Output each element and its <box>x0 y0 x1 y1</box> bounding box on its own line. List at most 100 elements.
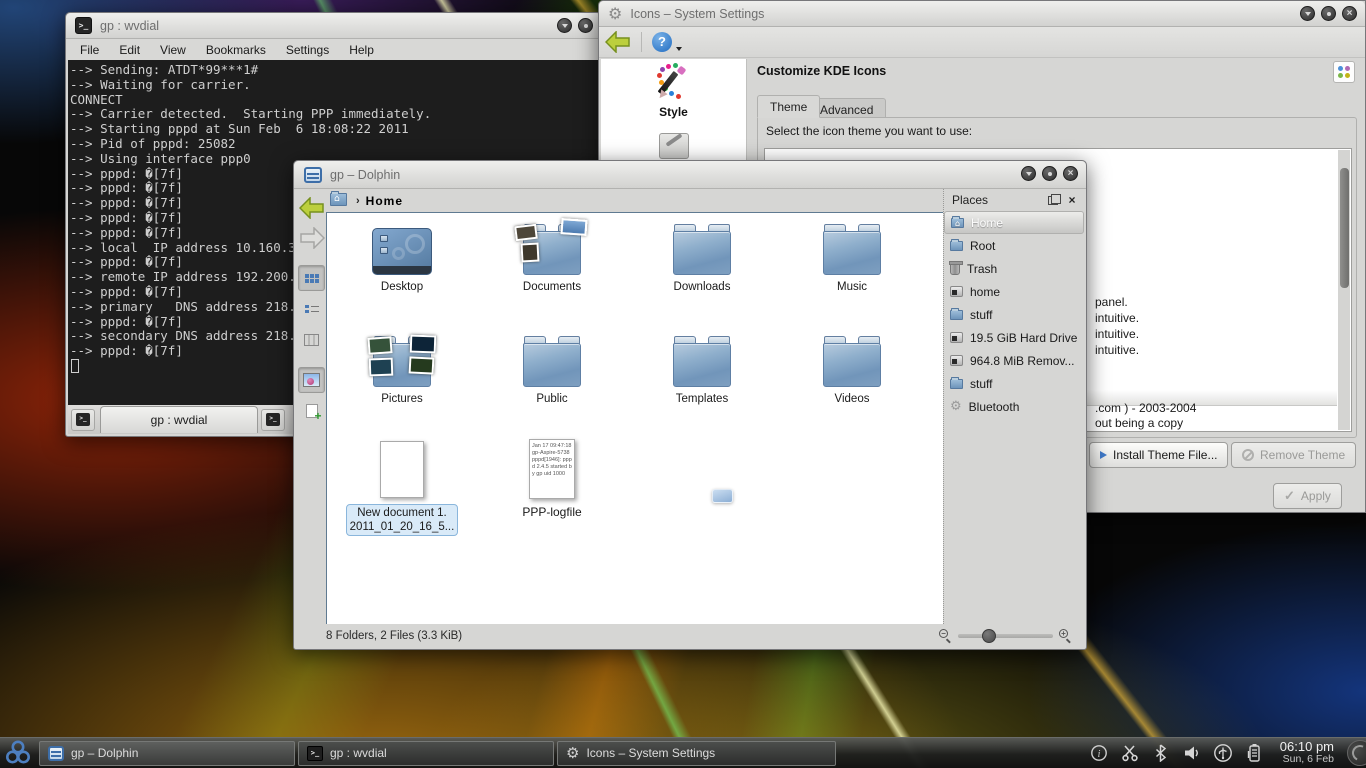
place-item-root[interactable]: Root <box>944 234 1084 257</box>
details-view-button[interactable] <box>298 296 325 322</box>
place-item-hard-drive[interactable]: 19.5 GiB Hard Drive <box>944 326 1084 349</box>
terminal-menubar: File Edit View Bookmarks Settings Help <box>66 39 601 60</box>
menu-settings[interactable]: Settings <box>286 43 329 57</box>
folder-item-pictures[interactable]: Pictures <box>332 335 472 405</box>
drive-icon <box>950 355 963 366</box>
terminal-icon: >_ <box>76 413 90 426</box>
install-theme-button[interactable]: Install Theme File... <box>1089 442 1228 468</box>
system-settings-titlebar[interactable]: ⚙ Icons – System Settings × <box>599 1 1365 27</box>
trash-icon <box>950 263 960 275</box>
folder-item-music[interactable]: Music <box>782 223 922 293</box>
icons-view-button[interactable] <box>298 265 325 291</box>
columns-view-button[interactable] <box>298 327 325 353</box>
dolphin-titlebar[interactable]: gp – Dolphin × <box>294 161 1086 189</box>
klipper-scissors-icon[interactable] <box>1119 743 1141 763</box>
menu-view[interactable]: View <box>160 43 186 57</box>
folder-item-documents[interactable]: Documents <box>482 223 622 293</box>
place-item-home[interactable]: ⌂ Home <box>944 211 1084 234</box>
sidebar-item-style[interactable]: Style <box>601 67 746 119</box>
tab-list-button[interactable]: >_ <box>261 409 285 431</box>
remove-icon <box>1242 449 1254 461</box>
menu-bookmarks[interactable]: Bookmarks <box>206 43 266 57</box>
minimize-button[interactable] <box>557 18 572 33</box>
forward-button[interactable] <box>299 227 325 249</box>
theme-list-item[interactable]: intuitive. <box>1095 343 1139 357</box>
places-header: Places × <box>944 189 1084 211</box>
digital-clock[interactable]: 06:10 pm Sun, 6 Feb <box>1280 740 1334 766</box>
preview-icon <box>303 373 320 387</box>
application-launcher-button[interactable] <box>0 738 36 768</box>
zoom-out-button[interactable]: − <box>939 629 952 642</box>
panel-toolbox-cashew[interactable] <box>1347 740 1366 766</box>
taskbar-task-dolphin[interactable]: gp – Dolphin <box>39 741 295 766</box>
folder-item-desktop[interactable]: Desktop <box>332 223 472 293</box>
minimize-button[interactable] <box>1300 6 1315 21</box>
place-item-removable[interactable]: 964.8 MiB Remov... <box>944 349 1084 372</box>
clock-time: 06:10 pm <box>1280 740 1334 754</box>
scrollbar-thumb[interactable] <box>1340 168 1349 288</box>
details-view-icon <box>305 303 319 316</box>
place-item-bluetooth[interactable]: ⚙Bluetooth <box>944 395 1084 418</box>
sidebar-item-workspace-icon[interactable] <box>659 133 689 159</box>
folder-item-videos[interactable]: Videos <box>782 335 922 405</box>
check-icon: ✓ <box>1284 488 1295 504</box>
detach-panel-icon[interactable] <box>1048 196 1058 205</box>
menu-file[interactable]: File <box>80 43 99 57</box>
menu-help[interactable]: Help <box>349 43 374 57</box>
folder-view[interactable]: Desktop Documents Downloads Music <box>326 212 945 626</box>
place-item-stuff[interactable]: stuff <box>944 303 1084 326</box>
folder-item-templates[interactable]: Templates <box>632 335 772 405</box>
folder-icon <box>673 343 731 387</box>
bluetooth-icon[interactable] <box>1150 743 1172 763</box>
zoom-in-button[interactable]: + <box>1059 629 1072 642</box>
battery-icon[interactable] <box>1243 743 1265 763</box>
file-item-ppp-logfile[interactable]: Jan 17 09:47:18 gp-Aspire-5738 pppd[1946… <box>482 439 622 519</box>
zoom-slider-handle[interactable] <box>982 629 996 643</box>
minimize-button[interactable] <box>1021 166 1036 181</box>
zoom-slider[interactable] <box>958 634 1053 638</box>
breadcrumb-home-label[interactable]: Home <box>366 194 403 208</box>
new-tab-button[interactable]: >_ <box>71 409 95 431</box>
place-item-stuff-2[interactable]: stuff <box>944 372 1084 395</box>
folder-icon <box>823 231 881 275</box>
maximize-button[interactable] <box>578 18 593 33</box>
terminal-tab[interactable]: gp : wvdial <box>100 406 258 433</box>
split-view-button[interactable] <box>298 398 325 424</box>
help-button[interactable]: ? <box>652 32 672 52</box>
cursor-drag-artifact <box>712 489 733 503</box>
back-button[interactable] <box>299 197 325 219</box>
theme-list-item[interactable]: panel. <box>1095 295 1128 309</box>
scrollbar[interactable] <box>1338 150 1350 430</box>
place-item-trash[interactable]: Trash <box>944 257 1084 280</box>
taskbar-task-system-settings[interactable]: ⚙ Icons – System Settings <box>557 741 836 766</box>
menu-edit[interactable]: Edit <box>119 43 140 57</box>
theme-list-item[interactable]: intuitive. <box>1095 311 1139 325</box>
terminal-app-icon: >_ <box>75 17 92 34</box>
close-button[interactable]: × <box>1063 166 1078 181</box>
theme-list-item[interactable]: intuitive. <box>1095 327 1139 341</box>
clock-date: Sun, 6 Feb <box>1280 754 1334 766</box>
folder-icon <box>823 343 881 387</box>
terminal-titlebar[interactable]: >_ gp : wvdial <box>66 13 601 39</box>
folder-icon <box>673 231 731 275</box>
close-button[interactable]: × <box>1342 6 1357 21</box>
preview-button[interactable] <box>298 367 325 393</box>
terminal-line: --> Carrier detected. Starting PPP immed… <box>70 107 597 122</box>
help-dropdown-caret[interactable] <box>676 47 682 51</box>
taskbar-task-wvdial[interactable]: >_ gp : wvdial <box>298 741 554 766</box>
volume-icon[interactable] <box>1181 743 1203 763</box>
close-panel-icon[interactable]: × <box>1064 193 1080 207</box>
folder-item-downloads[interactable]: Downloads <box>632 223 772 293</box>
breadcrumb-home-button[interactable]: ⌂ <box>330 193 350 209</box>
notifications-icon[interactable]: i <box>1088 743 1110 763</box>
maximize-button[interactable] <box>1321 6 1336 21</box>
icon-overview-button[interactable] <box>1333 61 1355 83</box>
place-item-home-drive[interactable]: home <box>944 280 1084 303</box>
tab-theme[interactable]: Theme <box>757 95 820 118</box>
back-button[interactable] <box>605 31 631 53</box>
usb-device-icon[interactable] <box>1212 743 1234 763</box>
folder-item-public[interactable]: Public <box>482 335 622 405</box>
dolphin-app-icon <box>304 167 322 183</box>
maximize-button[interactable] <box>1042 166 1057 181</box>
file-item-new-document[interactable]: New document 1. 2011_01_20_16_5... <box>332 441 472 536</box>
